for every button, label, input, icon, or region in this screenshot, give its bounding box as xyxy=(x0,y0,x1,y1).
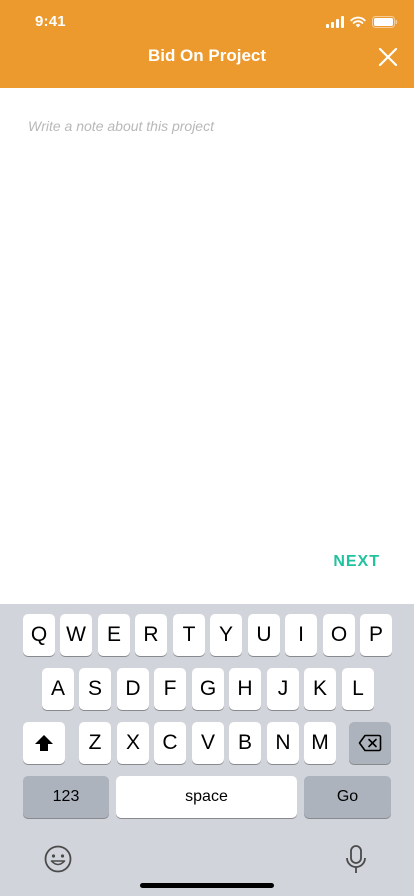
close-button[interactable] xyxy=(376,45,400,69)
emoji-icon xyxy=(44,845,72,873)
status-time: 9:41 xyxy=(35,13,66,30)
key-d[interactable]: D xyxy=(117,668,149,710)
key-e[interactable]: E xyxy=(98,614,130,656)
key-u[interactable]: U xyxy=(248,614,280,656)
page-title: Bid On Project xyxy=(147,46,267,65)
key-i[interactable]: I xyxy=(285,614,317,656)
key-t[interactable]: T xyxy=(173,614,205,656)
key-o[interactable]: O xyxy=(323,614,355,656)
home-indicator xyxy=(140,883,274,888)
wifi-icon xyxy=(350,15,366,33)
status-bar: 9:41 xyxy=(0,0,414,44)
key-w[interactable]: W xyxy=(60,614,92,656)
key-g[interactable]: G xyxy=(192,668,224,710)
key-s[interactable]: S xyxy=(79,668,111,710)
key-m[interactable]: M xyxy=(304,722,336,764)
status-icons xyxy=(326,15,398,33)
key-l[interactable]: L xyxy=(342,668,374,710)
microphone-button[interactable] xyxy=(344,844,368,876)
key-a[interactable]: A xyxy=(42,668,74,710)
backspace-key[interactable] xyxy=(349,722,391,764)
key-f[interactable]: F xyxy=(154,668,186,710)
key-z[interactable]: Z xyxy=(79,722,111,764)
key-x[interactable]: X xyxy=(117,722,149,764)
go-key[interactable]: Go xyxy=(304,776,391,818)
battery-icon xyxy=(372,15,398,33)
key-j[interactable]: J xyxy=(267,668,299,710)
key-q[interactable]: Q xyxy=(23,614,55,656)
close-icon xyxy=(378,47,398,67)
microphone-icon xyxy=(346,845,366,873)
key-v[interactable]: V xyxy=(192,722,224,764)
key-b[interactable]: B xyxy=(229,722,261,764)
key-r[interactable]: R xyxy=(135,614,167,656)
key-n[interactable]: N xyxy=(267,722,299,764)
next-button[interactable]: NEXT xyxy=(333,553,380,571)
header-bar: 9:41 Bid On Project xyxy=(0,0,414,88)
key-h[interactable]: H xyxy=(229,668,261,710)
numbers-key[interactable]: 123 xyxy=(23,776,109,818)
note-area xyxy=(0,88,414,548)
keyboard: Q W E R T Y U I O P A S D F G H J K L Z … xyxy=(0,604,414,896)
shift-icon xyxy=(35,735,53,751)
signal-icon xyxy=(326,15,344,33)
emoji-button[interactable] xyxy=(43,844,73,874)
shift-key[interactable] xyxy=(23,722,65,764)
key-k[interactable]: K xyxy=(304,668,336,710)
key-c[interactable]: C xyxy=(154,722,186,764)
key-y[interactable]: Y xyxy=(210,614,242,656)
key-p[interactable]: P xyxy=(360,614,392,656)
space-key[interactable]: space xyxy=(116,776,297,818)
backspace-icon xyxy=(358,734,382,752)
note-input[interactable] xyxy=(28,118,398,518)
